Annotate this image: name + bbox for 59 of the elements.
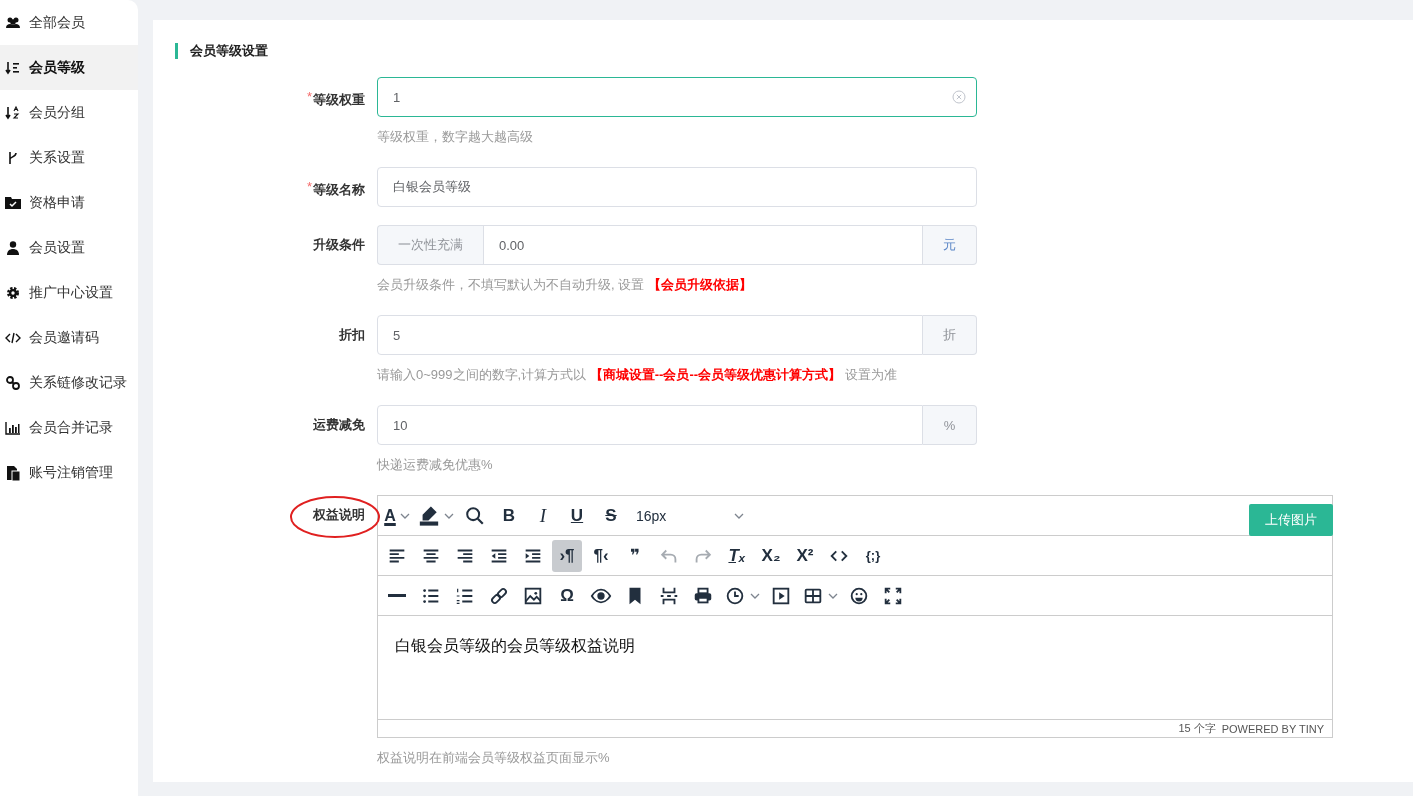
sidebar-item[interactable]: 会员邀请码 (0, 315, 138, 360)
input-suffix: 元 (923, 225, 977, 265)
link-icon (5, 374, 21, 391)
word-count: 15 个字 (1178, 721, 1216, 736)
input-suffix: % (923, 405, 977, 445)
hint-text: 等级权重，数字越大越高级 (377, 128, 534, 146)
highlighter-icon (418, 504, 440, 527)
toolbar-button[interactable]: U (562, 499, 592, 532)
input-field[interactable]: 5 (377, 315, 923, 355)
editor-content[interactable]: 白银会员等级的会员等级权益说明 (378, 616, 1332, 720)
toolbar-button[interactable]: ❞ (620, 539, 650, 572)
input-field[interactable]: 1 (377, 77, 977, 117)
toolbar-button[interactable]: X² (790, 539, 820, 572)
hint-text: 权益说明在前端会员等级权益页面显示% (377, 749, 611, 767)
input-field[interactable]: 白银会员等级 (377, 167, 977, 207)
settings-link[interactable]: 【商城设置--会员--会员等级优惠计算方式】 (589, 367, 842, 382)
toolbar-button[interactable]: {;} (858, 539, 888, 572)
folder-check-icon (5, 194, 21, 211)
toolbar-button[interactable]: ¶‹ (586, 539, 616, 572)
sidebar-item[interactable]: 会员分组 (0, 90, 138, 135)
toolbar-button[interactable]: I (528, 499, 558, 532)
sidebar-item[interactable]: 关系设置 (0, 135, 138, 180)
toolbar-button[interactable]: ›¶ (552, 539, 582, 572)
sidebar-item[interactable]: 会员等级 (0, 45, 138, 90)
sidebar-item[interactable]: 账号注销管理 (0, 450, 138, 495)
field-label: 折扣 (339, 327, 365, 342)
gear-icon (5, 284, 21, 301)
input-suffix: 折 (923, 315, 977, 355)
sidebar-item[interactable]: 资格申请 (0, 180, 138, 225)
field-label: 权益说明 (313, 507, 365, 522)
user-icon (5, 239, 21, 256)
sort-alpha-icon (5, 104, 21, 121)
sidebar-item[interactable]: 会员设置 (0, 225, 138, 270)
toolbar-button[interactable]: S (596, 499, 626, 532)
toolbar-button[interactable]: X₂ (756, 539, 786, 572)
copy-icon (5, 464, 21, 481)
hint-text: 请输入0~999之间的数字,计算方式以 【商城设置--会员--会员等级优惠计算方式】 设置为准 (377, 366, 898, 384)
sidebar-item[interactable]: 推广中心设置 (0, 270, 138, 315)
hint-text: 快递运费减免优惠% (377, 456, 494, 474)
bar-chart-icon (5, 419, 21, 436)
toolbar-button[interactable]: Ω (552, 579, 582, 612)
field-label: 升级条件 (313, 237, 365, 252)
search-icon (464, 504, 486, 527)
sidebar-item[interactable]: 会员合并记录 (0, 405, 138, 450)
field-label: 运费减免 (313, 417, 365, 432)
sort-numeric-icon (5, 59, 21, 76)
sidebar-item[interactable]: 关系链修改记录 (0, 360, 138, 405)
sidebar-item[interactable]: 全部会员 (0, 0, 138, 45)
input-field[interactable]: 0.00 (483, 225, 923, 265)
settings-link[interactable]: 【会员升级依据】 (647, 277, 752, 292)
horizontal-line-icon (388, 594, 406, 597)
toolbar-button[interactable]: Tₓ (722, 539, 752, 572)
toolbar-button[interactable]: B (494, 499, 524, 532)
input-field[interactable]: 10 (377, 405, 923, 445)
font-size-dropdown[interactable]: 16px (630, 499, 750, 532)
section-title: 会员等级设置 (190, 42, 268, 60)
hint-text: 会员升级条件，不填写默认为不自动升级, 设置 【会员升级依据】 (377, 276, 753, 294)
branding-link[interactable]: POWERED BY TINY (1221, 722, 1324, 735)
toolbar-button[interactable]: A (382, 499, 412, 532)
